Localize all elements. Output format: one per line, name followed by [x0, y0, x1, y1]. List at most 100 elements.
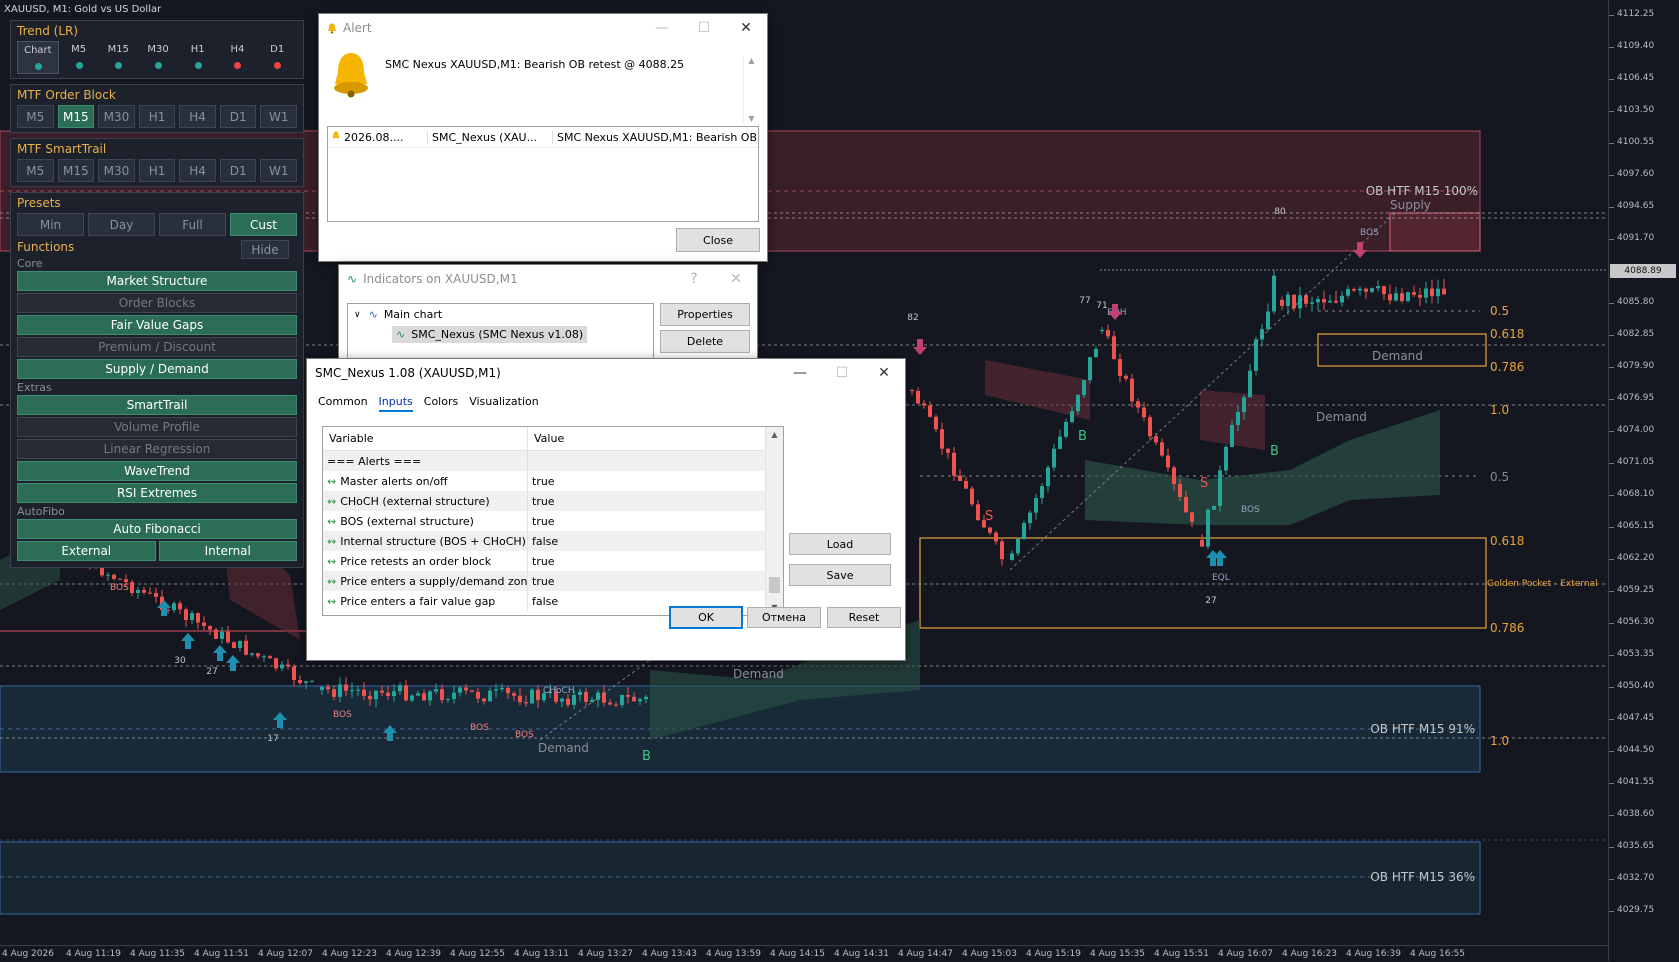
- volume-profile-button[interactable]: Volume Profile: [17, 417, 297, 437]
- input-value[interactable]: true: [528, 551, 766, 571]
- tab-inputs[interactable]: Inputs: [378, 395, 413, 412]
- price-tick: 4103.50: [1608, 105, 1655, 115]
- close-icon[interactable]: ✕: [715, 265, 757, 293]
- save-button[interactable]: Save: [789, 564, 891, 586]
- maximize-icon[interactable]: ☐: [821, 359, 863, 387]
- input-row[interactable]: ↭ Price retests an order block true: [323, 551, 766, 571]
- candle-body: [1328, 300, 1332, 303]
- preset-day[interactable]: Day: [88, 213, 155, 236]
- alert-message-scrollbar[interactable]: ▲ ▼: [743, 56, 759, 123]
- indicators-tree[interactable]: ∨ ∿ Main chart ∿ SMC_Nexus (SMC Nexus v1…: [347, 303, 654, 363]
- market-structure-button[interactable]: Market Structure: [17, 271, 297, 291]
- variable-column-header[interactable]: Variable: [323, 427, 528, 450]
- scrollbar-thumb[interactable]: [769, 577, 780, 593]
- delete-button[interactable]: Delete: [660, 330, 750, 353]
- trend-tf-m30[interactable]: M30: [138, 41, 178, 72]
- alert-list-row[interactable]: 2026.08.... SMC_Nexus (XAU... SMC Nexus …: [328, 127, 758, 148]
- input-row[interactable]: ↭ Master alerts on/off true: [323, 471, 766, 491]
- trend-tf-d1[interactable]: D1: [257, 41, 297, 72]
- smarttrail-tf-d1[interactable]: D1: [219, 159, 257, 182]
- inputs-group-header[interactable]: === Alerts ===: [323, 451, 766, 471]
- linear-regression-button[interactable]: Linear Regression: [17, 439, 297, 459]
- price-axis[interactable]: 4112.25 4109.40 4106.45 4103.50 4100.55 4097.…: [1608, 0, 1679, 961]
- ob-tf-m15[interactable]: M15: [57, 105, 95, 128]
- candle-body: [154, 592, 158, 597]
- trend-tf-h1[interactable]: H1: [178, 41, 218, 72]
- alert-close-button[interactable]: Close: [676, 228, 760, 252]
- tree-item-smc-nexus[interactable]: ∿ SMC_Nexus (SMC Nexus v1.08): [392, 326, 588, 343]
- smarttrail-tf-m30[interactable]: M30: [98, 159, 135, 182]
- inputs-grid-scrollbar[interactable]: ▲ ▼: [765, 427, 783, 615]
- input-value[interactable]: true: [528, 571, 766, 591]
- input-value[interactable]: true: [528, 491, 766, 511]
- premium-discount-button[interactable]: Premium / Discount: [17, 337, 297, 357]
- input-row[interactable]: ↭ Price enters a supply/demand zone true: [323, 571, 766, 591]
- tab-colors[interactable]: Colors: [424, 395, 458, 412]
- ob-tf-m5[interactable]: M5: [17, 105, 54, 128]
- ob-tf-w1[interactable]: W1: [260, 105, 298, 128]
- time-tick: 4 Aug 15:51: [1154, 949, 1209, 959]
- ok-button[interactable]: OK: [669, 606, 743, 629]
- minimize-icon[interactable]: —: [779, 359, 821, 387]
- rsi-extremes-button[interactable]: RSI Extremes: [17, 483, 297, 503]
- maximize-icon[interactable]: ☐: [683, 14, 725, 42]
- value-column-header[interactable]: Value: [528, 427, 766, 450]
- ob-tf-h4[interactable]: H4: [179, 105, 216, 128]
- chart-label-ob-m15-36: OB HTF M15 36%: [1370, 870, 1475, 884]
- trend-tf-chart[interactable]: Chart: [17, 41, 59, 74]
- minimize-icon[interactable]: —: [641, 14, 683, 42]
- rsi-buy-arrow-icon: [226, 655, 240, 671]
- reset-button[interactable]: Reset: [827, 607, 901, 628]
- help-icon[interactable]: ?: [673, 265, 715, 293]
- candle-body: [1436, 288, 1440, 297]
- hide-button[interactable]: Hide: [241, 240, 289, 259]
- tab-common[interactable]: Common: [318, 395, 368, 412]
- tab-visualization[interactable]: Visualization: [469, 395, 538, 412]
- auto-fibonacci-button[interactable]: Auto Fibonacci: [17, 519, 297, 539]
- preset-full[interactable]: Full: [159, 213, 226, 236]
- input-row[interactable]: ↭ BOS (external structure) true: [323, 511, 766, 531]
- trend-tf-m15[interactable]: M15: [98, 41, 138, 72]
- supply-demand-button[interactable]: Supply / Demand: [17, 359, 297, 379]
- tree-expand-icon[interactable]: ∨: [354, 310, 361, 320]
- cancel-button[interactable]: Отмена: [747, 607, 821, 628]
- candle-body: [350, 690, 354, 692]
- smarttrail-tf-m5[interactable]: M5: [17, 159, 54, 182]
- wavetrend-button[interactable]: WaveTrend: [17, 461, 297, 481]
- smarttrail-tf-m15[interactable]: M15: [57, 159, 95, 182]
- ob-tf-m30[interactable]: M30: [98, 105, 135, 128]
- candle-body: [1112, 336, 1116, 360]
- input-value[interactable]: true: [528, 471, 766, 491]
- fair-value-gaps-button[interactable]: Fair Value Gaps: [17, 315, 297, 335]
- smarttrail-button[interactable]: SmartTrail: [17, 395, 297, 415]
- alert-list[interactable]: 2026.08.... SMC_Nexus (XAU... SMC Nexus …: [327, 126, 759, 222]
- order-blocks-button[interactable]: Order Blocks: [17, 293, 297, 313]
- time-axis[interactable]: 4 Aug 2026 4 Aug 11:19 4 Aug 11:35 4 Aug 11…: [0, 945, 1608, 962]
- preset-min[interactable]: Min: [17, 213, 84, 236]
- candle-body: [530, 689, 534, 704]
- input-row[interactable]: ↭ CHoCH (external structure) true: [323, 491, 766, 511]
- candle-body: [620, 694, 624, 706]
- candle-body: [446, 699, 450, 701]
- tree-root-main-chart[interactable]: Main chart: [384, 308, 442, 321]
- trend-tf-m5[interactable]: M5: [59, 41, 99, 72]
- close-icon[interactable]: ✕: [863, 359, 905, 387]
- smarttrail-tf-h1[interactable]: H1: [138, 159, 176, 182]
- inputs-grid[interactable]: Variable Value === Alerts === ↭ Master ale…: [322, 426, 784, 616]
- internal-fibo-button[interactable]: Internal: [158, 541, 297, 561]
- smarttrail-tf-h4[interactable]: H4: [179, 159, 216, 182]
- close-icon[interactable]: ✕: [725, 14, 767, 42]
- input-row[interactable]: ↭ Internal structure (BOS + CHoCH) false: [323, 531, 766, 551]
- smarttrail-tf-w1[interactable]: W1: [260, 159, 298, 182]
- external-fibo-button[interactable]: External: [17, 541, 156, 561]
- trend-tf-h4[interactable]: H4: [218, 41, 258, 72]
- time-tick: 4 Aug 11:51: [194, 949, 249, 959]
- properties-button[interactable]: Properties: [660, 303, 750, 326]
- input-value[interactable]: false: [528, 531, 766, 551]
- input-value[interactable]: true: [528, 511, 766, 531]
- candle-body: [916, 390, 920, 404]
- preset-cust[interactable]: Cust: [230, 213, 297, 236]
- ob-tf-h1[interactable]: H1: [138, 105, 176, 128]
- load-button[interactable]: Load: [789, 533, 891, 555]
- ob-tf-d1[interactable]: D1: [219, 105, 257, 128]
